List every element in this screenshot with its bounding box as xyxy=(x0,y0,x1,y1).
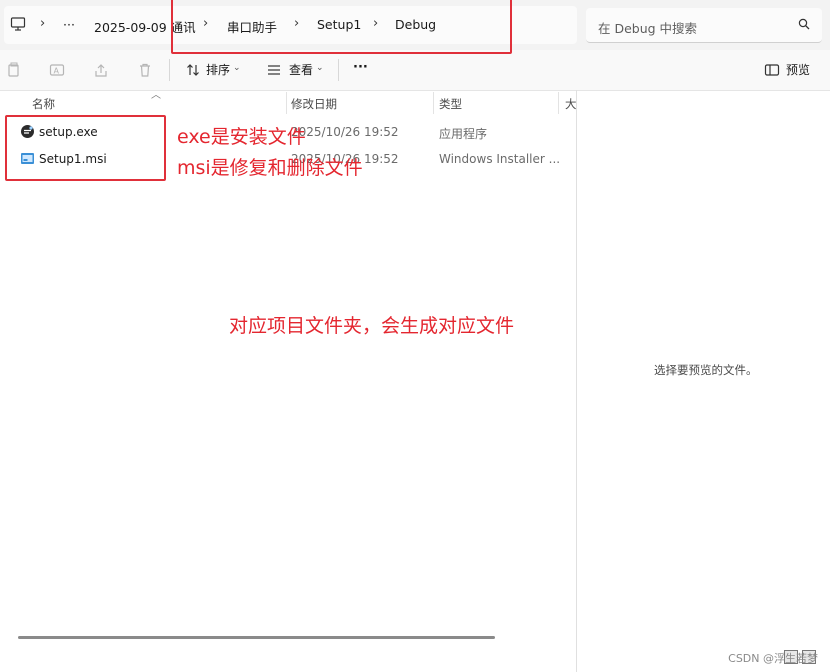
file-date: 2025/10/26 19:52 xyxy=(291,125,399,139)
more-options-button[interactable]: ··· xyxy=(353,60,368,75)
view-button[interactable]: 查看 xyxy=(289,61,313,78)
preview-button[interactable]: 预览 xyxy=(786,61,810,78)
column-size[interactable]: 大 xyxy=(565,96,577,112)
column-header-row: 名称 ︿ 修改日期 类型 大 xyxy=(0,90,577,114)
toolbar-divider xyxy=(169,59,170,81)
file-type: 应用程序 xyxy=(439,127,488,141)
chevron-down-icon: ⌄ xyxy=(316,63,324,73)
this-pc-icon[interactable] xyxy=(10,16,26,35)
copy-icon[interactable] xyxy=(6,62,22,78)
preview-empty-text: 选择要预览的文件。 xyxy=(654,363,758,377)
chevron-down-icon: ⌄ xyxy=(233,63,241,73)
annotation-box-path xyxy=(171,0,512,54)
column-date[interactable]: 修改日期 xyxy=(291,96,337,112)
column-name[interactable]: 名称 xyxy=(32,96,55,112)
search-placeholder: 在 Debug 中搜索 xyxy=(598,21,698,36)
annotation-folder: 对应项目文件夹，会生成对应文件 xyxy=(229,315,515,337)
column-divider[interactable] xyxy=(433,92,434,114)
command-bar: A 排序 ⌄ 查看 ⌄ ··· 预览 xyxy=(0,50,830,91)
preview-pane-icon[interactable] xyxy=(764,62,780,78)
search-icon[interactable] xyxy=(798,18,810,33)
share-icon[interactable] xyxy=(93,62,109,78)
breadcrumb-overflow[interactable]: ··· xyxy=(63,17,75,32)
annotation-box-files xyxy=(5,115,166,181)
annotation-exe: exe是安装文件 xyxy=(177,126,306,148)
sort-icon[interactable] xyxy=(185,62,201,78)
toolbar-divider xyxy=(338,59,339,81)
chevron-right-icon: › xyxy=(40,16,46,31)
column-type[interactable]: 类型 xyxy=(439,96,462,112)
csdn-watermark: CSDN @浮生若梦 xyxy=(728,652,818,665)
sort-button[interactable]: 排序 xyxy=(206,61,230,78)
annotation-msi: msi是修复和删除文件 xyxy=(177,157,363,179)
horizontal-scrollbar[interactable] xyxy=(18,636,495,639)
search-box[interactable]: 在 Debug 中搜索 xyxy=(586,8,822,43)
delete-icon[interactable] xyxy=(137,62,153,78)
file-type: Windows Installer ... xyxy=(439,152,561,166)
rename-icon[interactable]: A xyxy=(49,62,65,78)
sort-up-icon: ︿ xyxy=(151,90,161,101)
preview-pane-divider[interactable] xyxy=(576,90,577,672)
column-divider[interactable] xyxy=(286,92,287,114)
svg-text:A: A xyxy=(54,67,60,76)
view-icon[interactable] xyxy=(266,62,282,78)
column-divider[interactable] xyxy=(558,92,559,114)
